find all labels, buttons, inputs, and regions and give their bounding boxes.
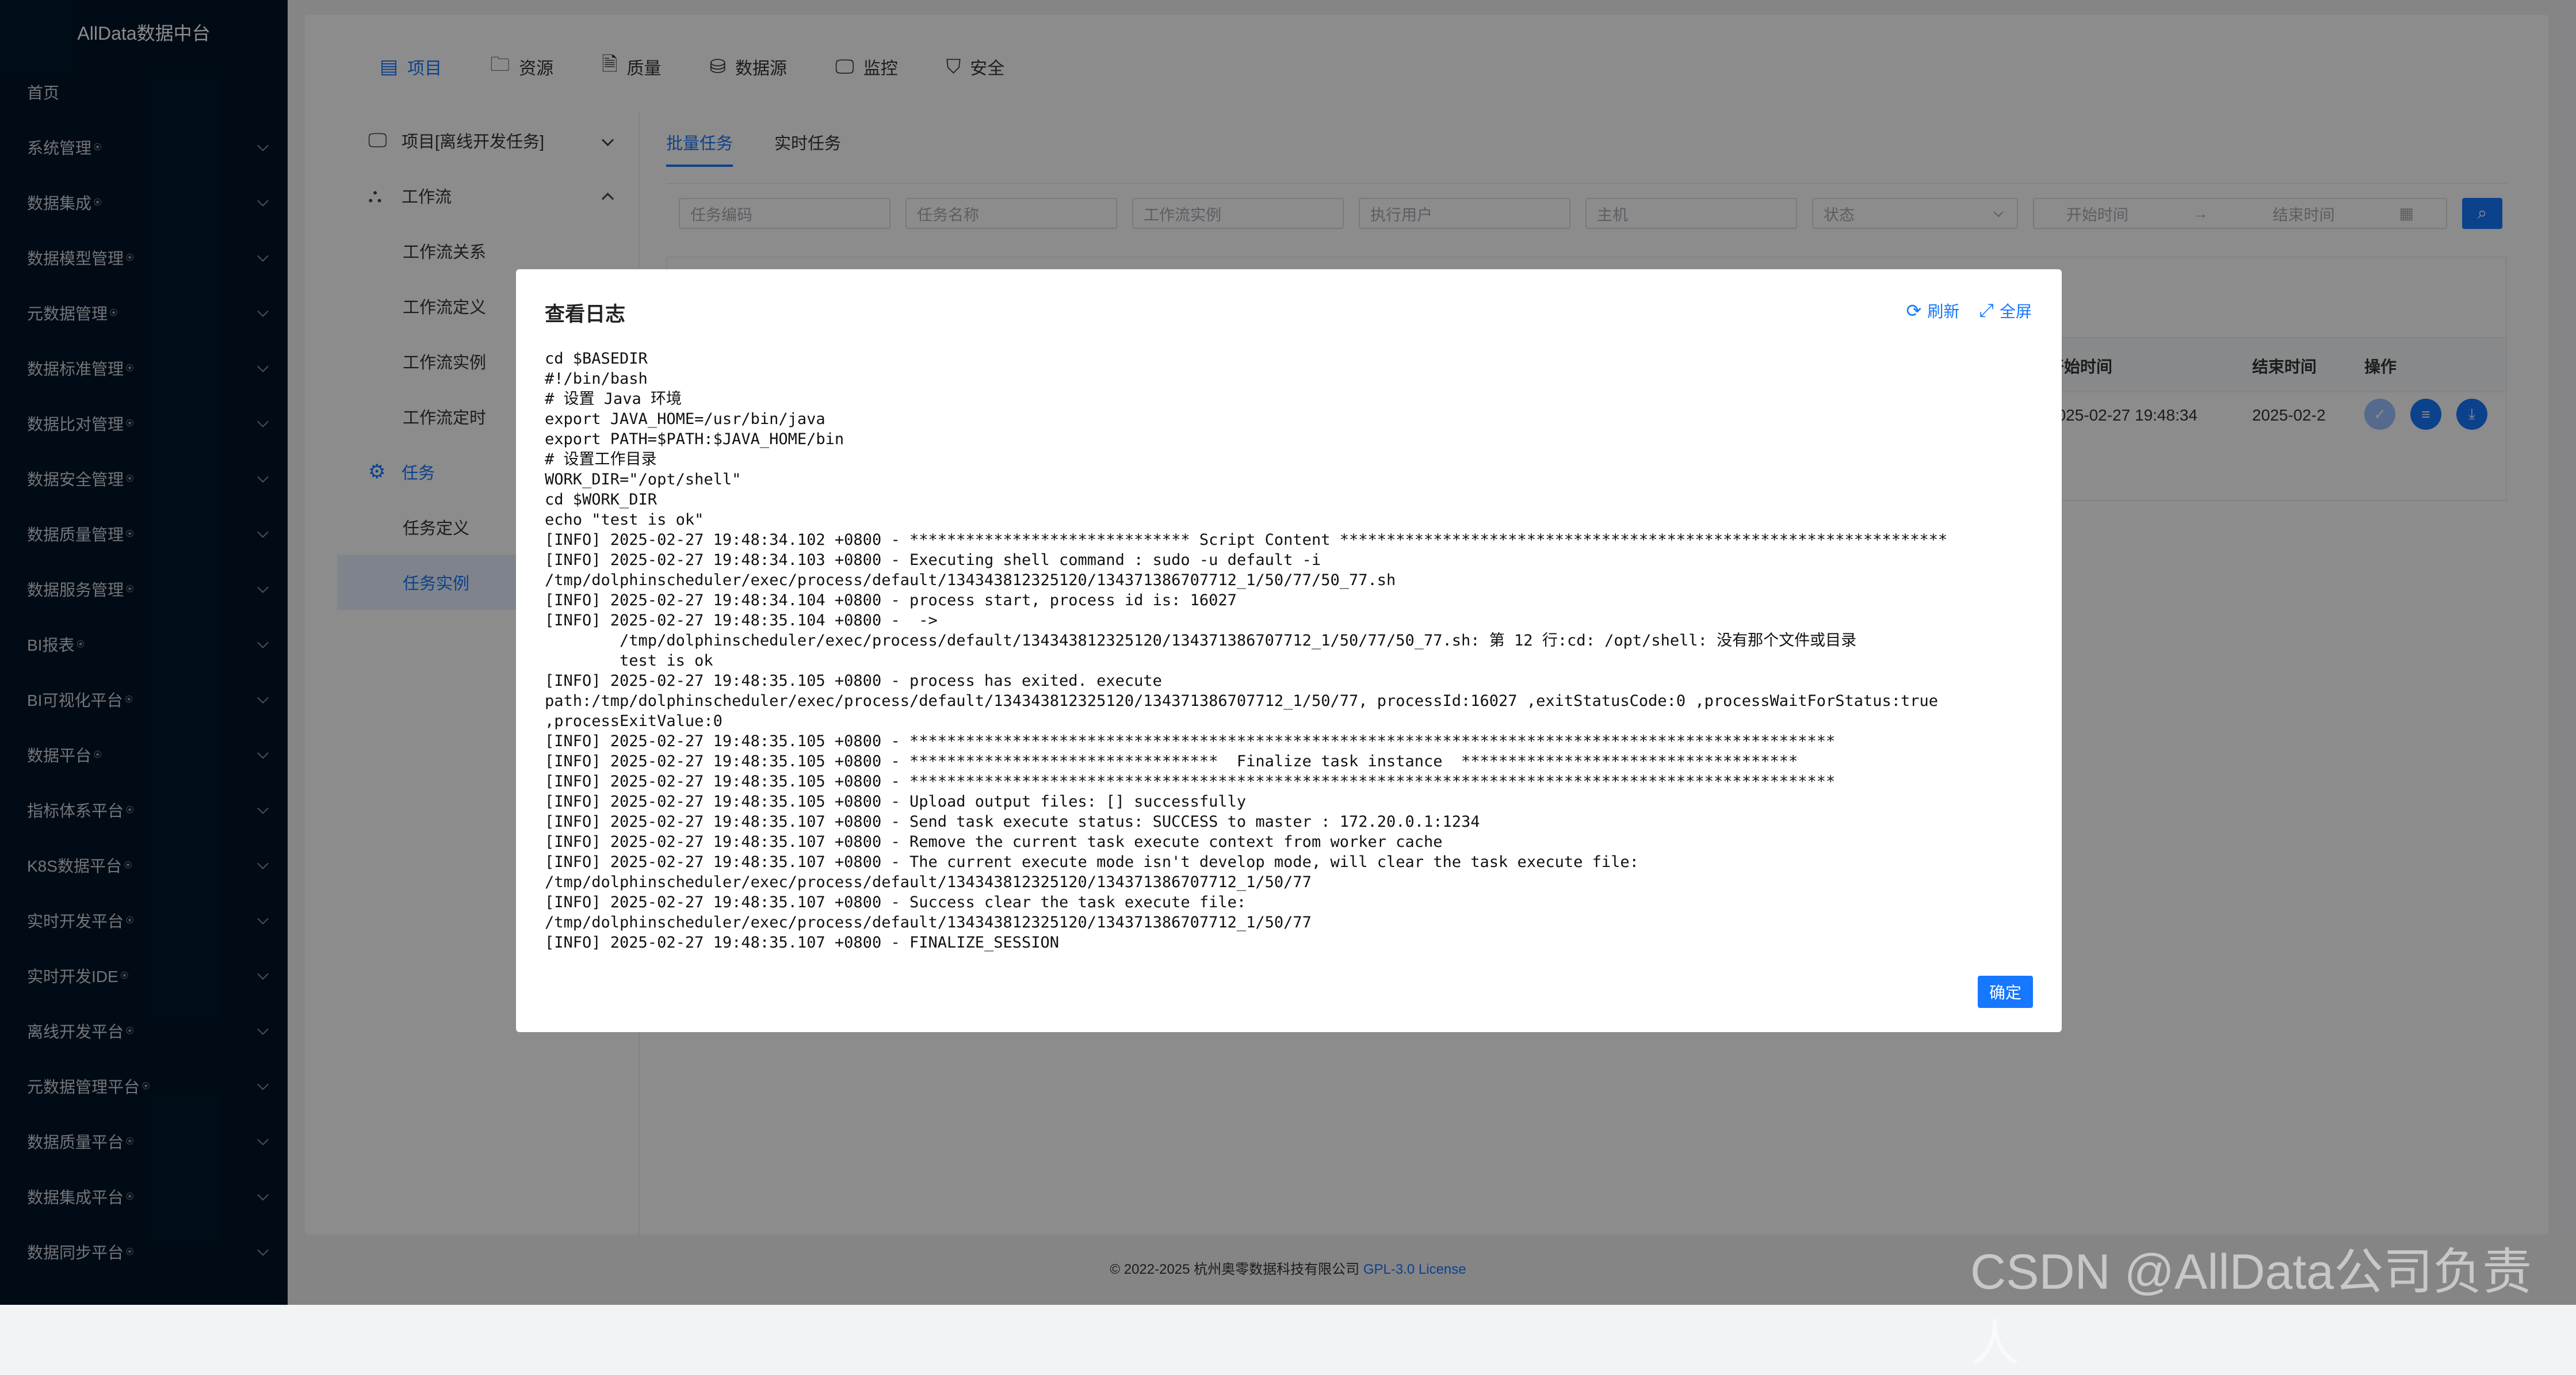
refresh-button[interactable]: ⟳ 刷新 [1906,299,1960,322]
log-line: test is ok [545,652,713,670]
log-line: WORK_DIR="/opt/shell" [545,471,742,488]
log-line: path:/tmp/dolphinscheduler/exec/process/… [545,692,1939,710]
watermark: CSDN @AllData公司负责人 [1970,1244,2532,1372]
log-line: /tmp/dolphinscheduler/exec/process/defau… [545,571,1396,589]
log-line: [INFO] 2025-02-27 19:48:35.107 +0800 - R… [545,833,1443,851]
log-line: export PATH=$PATH:$JAVA_HOME/bin [545,430,844,448]
log-dialog-title: 查看日志 [545,303,626,326]
log-line: [INFO] 2025-02-27 19:48:34.104 +0800 - p… [545,591,1237,609]
log-line: # 设置工作目录 [545,450,657,468]
log-line: cd $BASEDIR [545,350,648,368]
log-line: [INFO] 2025-02-27 19:48:35.107 +0800 - S… [545,813,1480,831]
log-line: /tmp/dolphinscheduler/exec/process/defau… [545,873,1312,891]
fullscreen-label: 全屏 [1999,303,2032,320]
log-line: [INFO] 2025-02-27 19:48:35.107 +0800 - S… [545,893,1247,911]
log-line: [INFO] 2025-02-27 19:48:35.105 +0800 - *… [545,753,1798,770]
log-line: [INFO] 2025-02-27 19:48:34.102 +0800 - *… [545,531,1948,549]
log-line: # 设置 Java 环境 [545,390,682,408]
log-line: cd $WORK_DIR [545,491,658,509]
log-line: echo "test is ok" [545,511,704,529]
log-line: [INFO] 2025-02-27 19:48:35.107 +0800 - F… [545,934,1060,952]
refresh-icon: ⟳ [1906,300,1922,321]
log-line: #!/bin/bash [545,370,648,388]
log-line: ,processExitValue:0 [545,712,723,730]
log-line: [INFO] 2025-02-27 19:48:35.107 +0800 - T… [545,853,1639,871]
log-content: cd $BASEDIR #!/bin/bash # 设置 Java 环境 export… [545,349,1947,953]
log-line: [INFO] 2025-02-27 19:48:35.104 +0800 - -… [545,612,938,629]
log-line: /tmp/dolphinscheduler/exec/process/defau… [545,914,1312,931]
log-line: [INFO] 2025-02-27 19:48:35.105 +0800 - U… [545,793,1247,811]
fullscreen-button[interactable]: ⤢ 全屏 [1979,299,2032,322]
log-line: [INFO] 2025-02-27 19:48:35.105 +0800 - *… [545,732,1836,750]
log-line: [INFO] 2025-02-27 19:48:35.105 +0800 - p… [545,672,1162,690]
log-line: [INFO] 2025-02-27 19:48:35.105 +0800 - *… [545,773,1836,790]
log-line: /tmp/dolphinscheduler/exec/process/defau… [545,632,1857,650]
log-dialog: 查看日志 ⟳ 刷新 ⤢ 全屏 cd $BASEDIR #!/bin/bash # 设… [516,269,2062,1032]
fullscreen-icon: ⤢ [1979,300,1994,320]
ok-button[interactable]: 确定 [1978,976,2033,1008]
refresh-label: 刷新 [1927,303,1960,320]
log-line: [INFO] 2025-02-27 19:48:34.103 +0800 - E… [545,551,1321,569]
log-dialog-actions: ⟳ 刷新 ⤢ 全屏 [1906,299,2032,322]
log-line: export JAVA_HOME=/usr/bin/java [545,410,825,428]
